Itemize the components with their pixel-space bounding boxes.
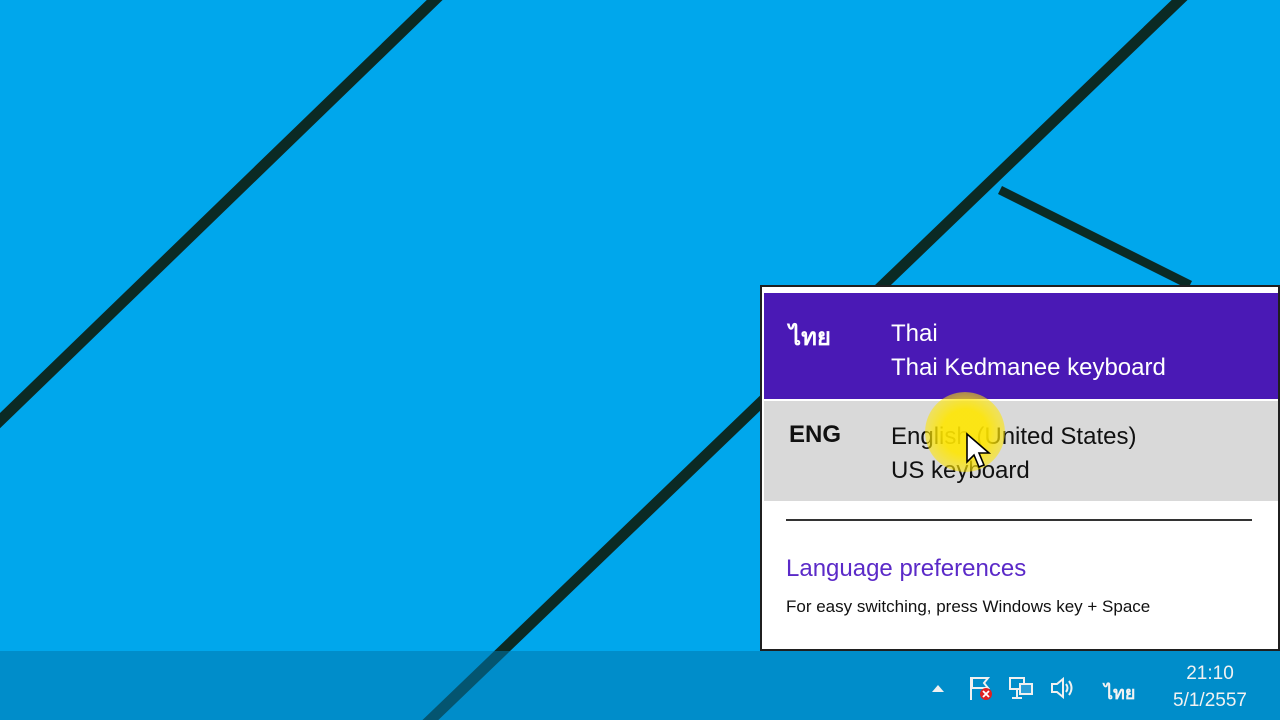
clock-time: 21:10 xyxy=(1186,663,1234,684)
input-language-indicator[interactable]: ไทย xyxy=(1104,678,1135,707)
switching-hint-text: For easy switching, press Windows key + … xyxy=(786,597,1151,616)
language-item-english[interactable]: ENG English (United States) US keyboard xyxy=(764,401,1278,501)
keyboard-layout-name: US keyboard xyxy=(891,457,1030,484)
language-abbreviation: ไทย xyxy=(789,324,831,351)
mouse-pointer-icon xyxy=(966,432,991,469)
language-name: Thai xyxy=(891,320,938,347)
show-hidden-icons-icon[interactable] xyxy=(928,678,948,698)
taskbar xyxy=(0,651,1280,720)
network-icon[interactable] xyxy=(1006,673,1036,703)
language-preferences-link[interactable]: Language preferences xyxy=(786,555,1026,583)
taskbar-clock[interactable]: 21:10 5/1/2557 xyxy=(1160,660,1260,714)
keyboard-layout-name: Thai Kedmanee keyboard xyxy=(891,354,1166,381)
language-abbreviation: ENG xyxy=(789,421,842,448)
volume-icon[interactable] xyxy=(1047,673,1077,703)
clock-date: 5/1/2557 xyxy=(1173,690,1247,711)
flyout-divider xyxy=(786,519,1252,521)
language-item-thai[interactable]: ไทย Thai Thai Kedmanee keyboard xyxy=(764,293,1278,399)
language-flyout: ไทย Thai Thai Kedmanee keyboard ENG Engl… xyxy=(760,285,1280,651)
language-details: Thai Thai Kedmanee keyboard xyxy=(891,293,1166,399)
action-center-flag-icon[interactable] xyxy=(965,673,995,703)
